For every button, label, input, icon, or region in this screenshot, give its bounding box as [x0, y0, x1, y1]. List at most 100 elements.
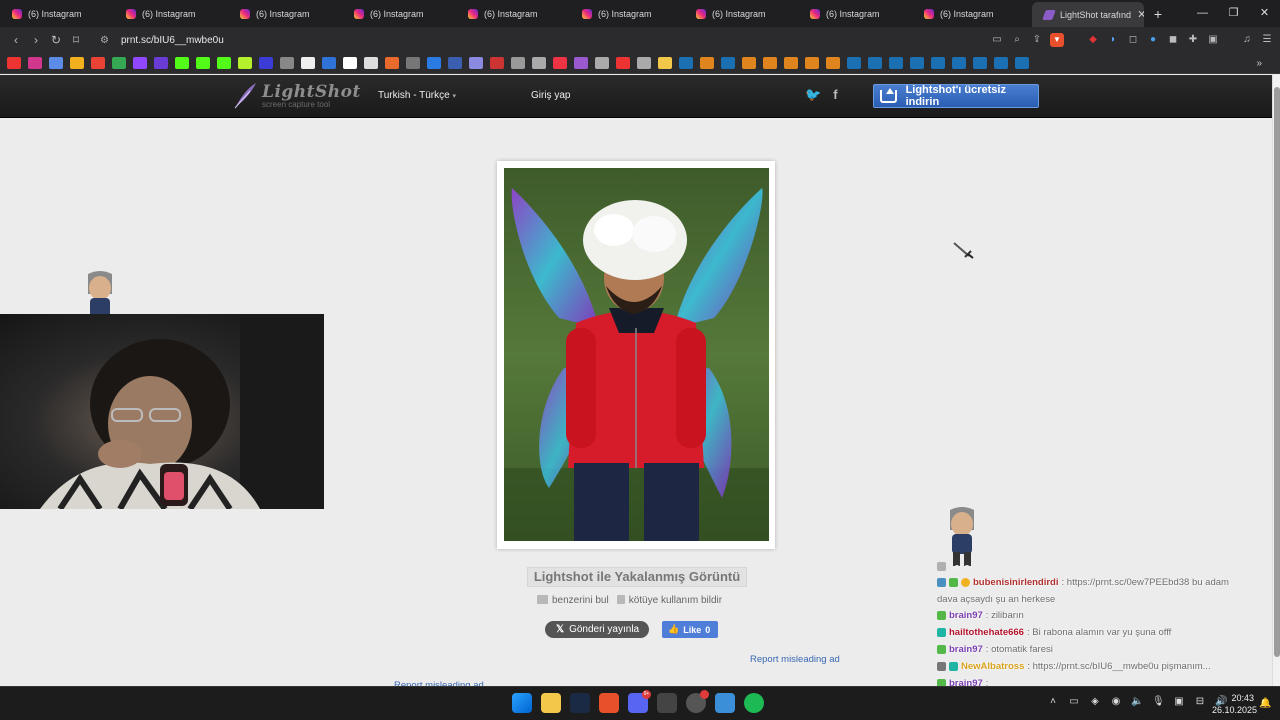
brave-browser-icon[interactable]: [599, 693, 619, 713]
minimize-icon[interactable]: —: [1187, 0, 1218, 27]
browser-tab[interactable]: (6) Instagram: [456, 0, 570, 27]
steam-icon[interactable]: [721, 57, 735, 69]
start-button[interactable]: [512, 693, 532, 713]
browser-tab[interactable]: (6) Instagram: [684, 0, 798, 27]
twitch-icon[interactable]: [133, 57, 147, 69]
steam-icon[interactable]: [889, 57, 903, 69]
sidebar-icon[interactable]: ▣: [1206, 33, 1220, 47]
speaker-icon[interactable]: 🔈: [1131, 696, 1143, 707]
close-window-icon[interactable]: ✕: [1249, 0, 1280, 27]
browser-tab-active[interactable]: LightShot tarafınd ✕: [1032, 2, 1144, 27]
media-icon[interactable]: ♫: [1240, 33, 1254, 47]
download-button[interactable]: Lightshot'ı ücretsiz indirin: [873, 84, 1039, 108]
bookmark-icon[interactable]: [49, 57, 63, 69]
spotify-icon[interactable]: [744, 693, 764, 713]
url-text[interactable]: prnt.sc/bIU6__mwbe0u: [121, 35, 224, 46]
bookmark-icon[interactable]: [154, 57, 168, 69]
bookmark-icon[interactable]: [574, 57, 588, 69]
bookmark-icon[interactable]: [595, 57, 609, 69]
menu-icon[interactable]: ☰: [1260, 33, 1274, 47]
bookmark-icon[interactable]: [238, 57, 252, 69]
notification-bell-icon[interactable]: 🔔: [1259, 698, 1271, 709]
bookmark-icon[interactable]: [616, 57, 630, 69]
bookmark-icon[interactable]: [469, 57, 483, 69]
share-icon[interactable]: ⇪: [1030, 33, 1044, 47]
scrollbar-thumb[interactable]: [1274, 87, 1280, 657]
screenshot-image[interactable]: [504, 168, 769, 541]
steam-icon[interactable]: [994, 57, 1008, 69]
discord-icon[interactable]: 9+: [628, 690, 651, 713]
extension-icon[interactable]: ●: [1146, 33, 1160, 47]
browser-tab[interactable]: (6) Instagram: [228, 0, 342, 27]
bookmark-icon[interactable]: [280, 57, 294, 69]
bookmark-icon[interactable]: [406, 57, 420, 69]
browser-tab[interactable]: (6) Instagram: [912, 0, 1026, 27]
bookmark-icon[interactable]: [427, 57, 441, 69]
reddit-icon[interactable]: [553, 57, 567, 69]
close-tab-icon[interactable]: ✕: [1137, 8, 1144, 21]
site-settings-icon[interactable]: ⚙: [100, 35, 109, 46]
bookmark-icon[interactable]: [784, 57, 798, 69]
bookmark-icon[interactable]: [637, 57, 651, 69]
steam-icon[interactable]: [952, 57, 966, 69]
system-clock[interactable]: 20:43 26.10.2025: [1212, 692, 1257, 716]
steam-icon[interactable]: [679, 57, 693, 69]
login-link[interactable]: Giriş yap: [531, 90, 570, 101]
brave-shields-icon[interactable]: ▼: [1050, 33, 1064, 47]
bookmark-icon[interactable]: [700, 57, 714, 69]
app-icon[interactable]: [657, 693, 677, 713]
bookmark-icon[interactable]: [805, 57, 819, 69]
bookmark-icon[interactable]: [343, 57, 357, 69]
bookmark-icon[interactable]: [364, 57, 378, 69]
file-explorer-icon[interactable]: [541, 693, 561, 713]
bookmarks-overflow-icon[interactable]: »: [1256, 58, 1262, 69]
tweet-button[interactable]: 𝕏 Gönderi yayınla: [545, 621, 649, 638]
new-tab-button[interactable]: +: [1144, 6, 1172, 22]
language-selector[interactable]: Turkish - Türkçe ▾: [378, 90, 456, 101]
bookmark-icon[interactable]: ⌑: [66, 33, 86, 47]
bookmark-icon[interactable]: [385, 57, 399, 69]
extension-icon[interactable]: ◗: [1106, 33, 1120, 47]
find-similar-link[interactable]: benzerini bul: [537, 595, 609, 606]
bookmark-icon[interactable]: [322, 57, 336, 69]
app-icon[interactable]: [715, 693, 735, 713]
windows-icon[interactable]: [70, 57, 84, 69]
cast-icon[interactable]: ▭: [990, 33, 1004, 47]
kick-icon[interactable]: [196, 57, 210, 69]
gmail-icon[interactable]: [91, 57, 105, 69]
steam-icon[interactable]: [868, 57, 882, 69]
back-icon[interactable]: ‹: [6, 33, 26, 47]
bookmark-icon[interactable]: [826, 57, 840, 69]
app-icon[interactable]: [686, 690, 709, 713]
bookmark-icon[interactable]: [511, 57, 525, 69]
forward-icon[interactable]: ›: [26, 33, 46, 47]
bookmark-icon[interactable]: [448, 57, 462, 69]
chevron-up-icon[interactable]: ˄: [1047, 696, 1059, 707]
kick-icon[interactable]: [175, 57, 189, 69]
steam-icon[interactable]: [570, 693, 590, 713]
maximize-icon[interactable]: ❐: [1218, 0, 1249, 27]
bookmark-icon[interactable]: [490, 57, 504, 69]
extensions-puzzle-icon[interactable]: ✚: [1186, 33, 1200, 47]
microphone-icon[interactable]: 🎙: [1152, 696, 1165, 707]
report-abuse-link[interactable]: kötüye kullanım bildir: [616, 595, 722, 606]
display-icon[interactable]: ▣: [1173, 696, 1185, 707]
bookmark-icon[interactable]: [763, 57, 777, 69]
facebook-icon[interactable]: f: [833, 87, 837, 103]
folder-icon[interactable]: [658, 57, 672, 69]
youtube-icon[interactable]: [7, 57, 21, 69]
ublock-icon[interactable]: ◆: [1086, 33, 1100, 47]
address-bar[interactable]: ⚙ prnt.sc/bIU6__mwbe0u: [100, 35, 224, 46]
kick-icon[interactable]: [217, 57, 231, 69]
bookmark-icon[interactable]: [259, 57, 273, 69]
browser-tab[interactable]: (6) Instagram: [798, 0, 912, 27]
steam-icon[interactable]: [847, 57, 861, 69]
zoom-icon[interactable]: ⌕: [1010, 33, 1024, 47]
x-icon[interactable]: [301, 57, 315, 69]
steam-icon[interactable]: [931, 57, 945, 69]
report-ad-link[interactable]: Report misleading ad: [750, 654, 840, 665]
steam-icon[interactable]: [1015, 57, 1029, 69]
bookmark-icon[interactable]: [532, 57, 546, 69]
steam-tray-icon[interactable]: ◉: [1110, 696, 1122, 707]
steam-icon[interactable]: [910, 57, 924, 69]
